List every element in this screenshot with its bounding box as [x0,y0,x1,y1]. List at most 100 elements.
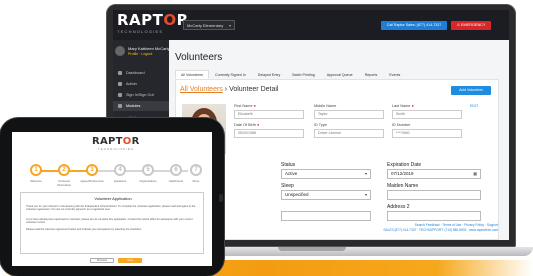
step-4[interactable]: 4 [114,164,126,176]
emergency-label: EMERGENCY [460,23,486,27]
logo-subtitle: TECHNOLOGIES [117,29,164,34]
sign-in-icon [118,93,122,97]
id-type-label: ID Type [314,123,328,127]
id-type-field[interactable]: Driver License [314,129,384,138]
step-label: Personal Information [57,179,71,187]
edit-link[interactable]: EDIT [470,104,478,108]
emergency-button[interactable]: ⚠ EMERGENCY [451,21,491,30]
status-select[interactable]: Active ▾ [281,169,371,179]
step-6[interactable]: 6 [170,164,182,176]
modules-icon [118,104,122,108]
sidebar-item-label: Dashboard [126,71,145,75]
tab-all-volunteers[interactable]: All Volunteers [175,70,209,79]
last-name-field[interactable]: Smith [392,110,462,119]
logo-text: RAPTOR [117,11,188,29]
tab-reports[interactable]: Reports [359,70,384,79]
sleep-select[interactable]: Unspecified ▾ [281,190,371,200]
maiden-name-label: Maiden Name [387,183,419,189]
tab-batch-printing[interactable]: Batch Printing [286,70,320,79]
page-title: Volunteers [175,52,223,63]
previous-button[interactable]: Previous [90,258,114,263]
sidebar-item-dashboard[interactable]: Dashboard [113,68,169,78]
status-select-value: Active [285,171,298,176]
step-7[interactable]: 7 [190,164,202,176]
tab-events[interactable]: Events [383,70,406,79]
sidebar-item-label: Modules [126,104,141,108]
breadcrumb-current: Volunteer Detail [229,86,279,93]
school-select[interactable]: McCarty Elementary ▾ [183,20,235,30]
middle-name-field[interactable]: Taylor [314,110,384,119]
middle-name-label: Middle Name [314,104,337,108]
status-label: Status [281,162,296,168]
step-1[interactable]: 1 [30,164,42,176]
footer-contact-line: SALES (877) 414-7337 · TECHSUPPORT: (713… [383,228,498,232]
sidebar-item-label: Sign In/Sign Out [126,93,154,97]
tablet-logo: RAPTOR [92,136,140,147]
sidebar-item-label: Admin [126,82,137,86]
id-number-field[interactable]: ****3960 [392,129,462,138]
step-label: Questions [113,179,127,183]
dashboard-icon [118,71,122,75]
required-marker: ● [253,104,256,108]
step-2[interactable]: 2 [58,164,70,176]
call-sales-button[interactable]: Call Raptor Sales: (877) 414-7337 [381,21,447,30]
footer-links: Search Feedback · Terms of Use · Privacy… [378,223,498,233]
breadcrumb-link[interactable]: All Volunteers [180,86,223,93]
calendar-icon[interactable]: ▦ [473,170,477,178]
last-name-label: Last Name ● [392,104,414,108]
sleep-select-value: Unspecified [285,192,309,197]
required-marker: ● [411,104,414,108]
dob-label: Date Of Birth ● [234,123,259,127]
laptop-notch [278,247,346,251]
step-label: Agree/Preferences [80,179,104,183]
first-name-label-text: First Name [234,104,253,108]
step-3[interactable]: 3 [86,164,98,176]
chevron-down-icon: ▾ [364,171,367,176]
tablet-home-button [219,194,223,202]
application-title: Volunteer Application [94,196,132,201]
user-name: Mary Kathleen McCarty [128,46,170,51]
gear-icon [118,82,122,86]
chevron-down-icon: ▾ [228,22,231,28]
expiration-field[interactable]: 07/12/2019 ▦ [387,169,481,179]
first-name-field[interactable]: Elizabeth [234,110,304,119]
tablet-logo-subtitle: TECHNOLOGIES [98,147,134,151]
application-paragraph: If you have already been approved to vol… [26,218,193,225]
sidebar-item-modules[interactable]: Modules [113,101,169,111]
user-block: Mary Kathleen McCarty Profile · Logout [115,44,170,66]
user-links[interactable]: Profile · Logout [128,52,152,56]
sidebar-item-sign-in[interactable]: Sign In/Sign Out [113,90,169,100]
app-topbar: RAPTOR TECHNOLOGIES McCarty Elementary ▾… [113,10,509,40]
tab-currently-signed-in[interactable]: Currently Signed In [209,70,252,79]
application-paragraph: Thank you for your interest in volunteer… [26,205,196,212]
step-label: Done [192,179,200,183]
avatar [115,46,125,56]
expiration-value: 07/12/2019 [391,171,414,176]
tablet-screen: RAPTOR TECHNOLOGIES 1 2 3 4 5 6 7 Welcom… [12,132,212,266]
address-2-field[interactable] [387,211,481,221]
last-name-label-text: Last Name [392,104,411,108]
step-label: Organizations [139,179,157,183]
raptor-logo[interactable]: RAPTOR TECHNOLOGIES [117,11,188,37]
tab-bar: All Volunteers Currently Signed In Delay… [175,70,406,79]
application-paragraph: Please read the volunteer agreement belo… [26,228,142,231]
id-number-label: ID Number [392,123,411,127]
breadcrumb: All Volunteers › Volunteer Detail [180,86,278,93]
required-marker: ● [257,123,260,127]
step-label: Welcome [30,179,42,183]
breadcrumb-separator: › [224,86,228,93]
sidebar-item-admin[interactable]: Admin [113,79,169,89]
application-box: Volunteer Application Thank you for your… [20,192,204,254]
dob-field[interactable]: 05/20/1988 [234,129,304,138]
tab-delayed-entry[interactable]: Delayed Entry [252,70,287,79]
chevron-down-icon: ▾ [364,192,367,197]
product-showcase: RAPTOR TECHNOLOGIES McCarty Elementary ▾… [0,0,533,276]
step-5[interactable]: 5 [142,164,154,176]
next-button[interactable]: Next [118,258,142,263]
add-volunteer-button[interactable]: Add Volunteer [451,86,491,95]
left-lower-field[interactable] [281,211,371,221]
first-name-label: First Name ● [234,104,256,108]
sleep-label: Sleep [281,183,294,189]
maiden-name-field[interactable] [387,190,481,200]
tab-approval-queue[interactable]: Approval Queue [321,70,359,79]
